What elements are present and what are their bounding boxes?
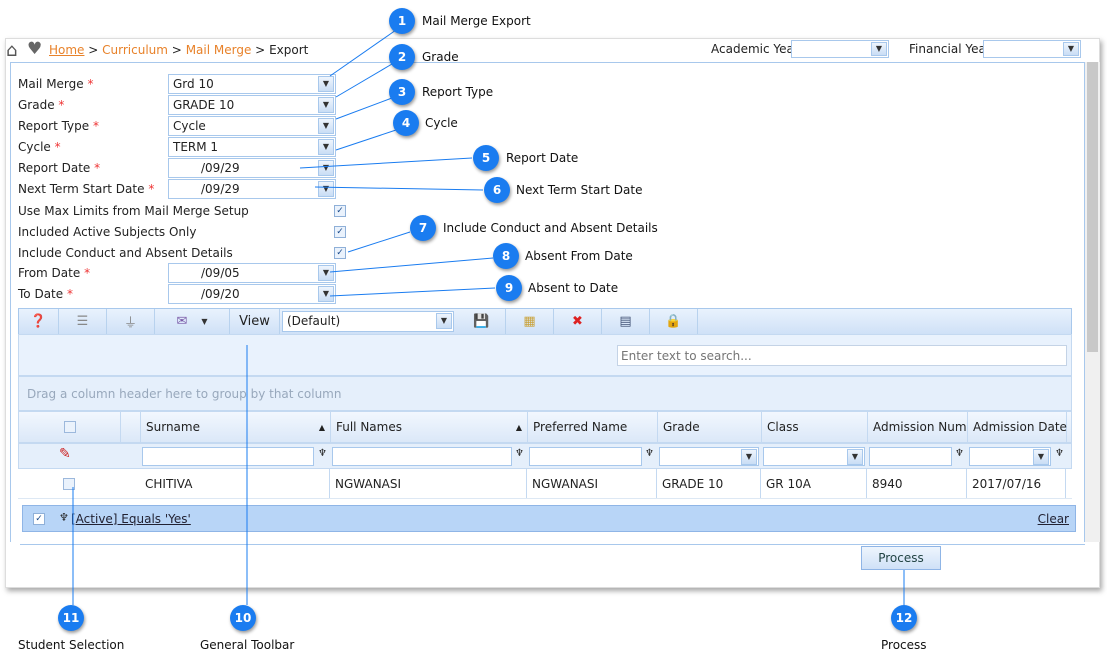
callout-2-label: Grade bbox=[422, 50, 459, 64]
callout-10-label: General Toolbar bbox=[200, 638, 295, 652]
callout-10-badge: 10 bbox=[230, 605, 256, 631]
callout-11-label: Student Selection bbox=[18, 638, 125, 652]
callout-1-label: Mail Merge Export bbox=[422, 14, 531, 28]
callout-line-1 bbox=[329, 29, 397, 77]
callout-5-badge: 5 bbox=[473, 145, 499, 171]
callout-9-label: Absent to Date bbox=[528, 281, 619, 295]
callout-8-label: Absent From Date bbox=[525, 249, 633, 263]
callout-9-badge: 9 bbox=[496, 275, 522, 301]
callout-line-3 bbox=[335, 97, 393, 120]
callout-line-2 bbox=[335, 63, 393, 98]
callout-11-badge: 11 bbox=[58, 605, 84, 631]
callout-line-7 bbox=[347, 231, 411, 253]
callout-7-label: Include Conduct and Absent Details bbox=[443, 221, 658, 235]
callout-5-label: Report Date bbox=[506, 151, 579, 165]
callout-line-6 bbox=[314, 186, 484, 191]
callout-12-label: Process bbox=[881, 638, 927, 652]
callout-line-9 bbox=[329, 287, 496, 297]
callout-line-8 bbox=[329, 257, 494, 273]
callout-6-badge: 6 bbox=[484, 177, 510, 203]
callout-line-5 bbox=[299, 157, 473, 169]
callout-7-badge: 7 bbox=[410, 215, 436, 241]
callout-4-badge: 4 bbox=[393, 110, 419, 136]
callout-line-4 bbox=[335, 129, 397, 151]
callout-3-badge: 3 bbox=[389, 79, 415, 105]
callout-6-label: Next Term Start Date bbox=[516, 183, 643, 197]
callout-12-badge: 12 bbox=[891, 605, 917, 631]
callout-1-badge: 1 bbox=[389, 8, 415, 34]
callout-2-badge: 2 bbox=[389, 44, 415, 70]
callout-4-label: Cycle bbox=[425, 116, 458, 130]
callout-3-label: Report Type bbox=[422, 85, 494, 99]
callout-8-badge: 8 bbox=[493, 243, 519, 269]
callout-lines bbox=[72, 29, 905, 605]
